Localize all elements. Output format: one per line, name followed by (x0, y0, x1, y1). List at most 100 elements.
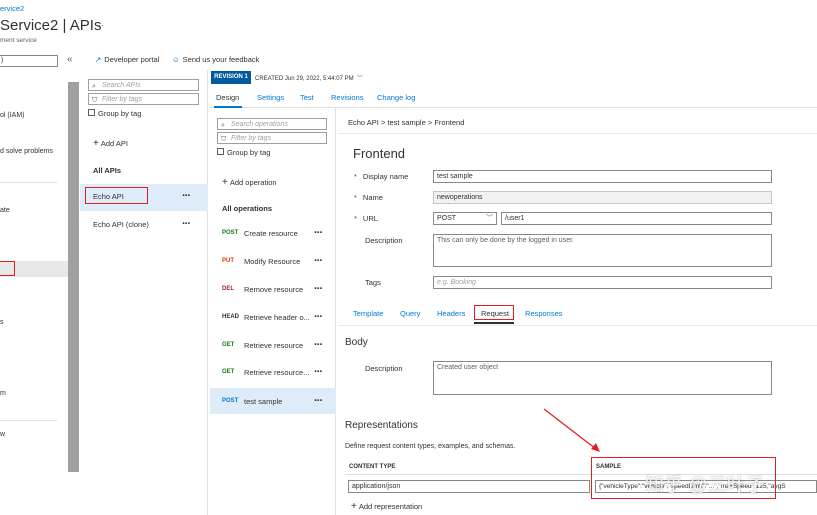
breadcrumb-test-sample[interactable]: test sample (387, 118, 425, 127)
operation-item[interactable]: GET Retrieve resource ··· (210, 332, 336, 358)
api-more-icon[interactable]: ··· (182, 218, 191, 230)
breadcrumb-frontend: Frontend (434, 118, 465, 127)
breadcrumb-echo-api[interactable]: Echo API (348, 118, 379, 127)
filter-icon: ⛉ (92, 97, 98, 104)
nav-item-diagnose[interactable]: d solve problems (0, 148, 53, 155)
filter-apis-input[interactable]: ⛉ Filter by tags (88, 93, 199, 105)
api-more-icon[interactable]: ··· (182, 190, 191, 202)
search-apis-input[interactable]: ⌕ Search APIs (88, 79, 199, 91)
representations-description: Define request content types, examples, … (345, 443, 516, 450)
operation-verb: GET (222, 369, 235, 375)
nav-item-iam[interactable]: ol (IAM) (0, 112, 25, 119)
annotation-box-nav (0, 261, 15, 276)
operation-item[interactable]: DEL Remove resource ··· (210, 276, 336, 302)
url-label: * URL (354, 214, 378, 223)
more-icon[interactable]: ··· (95, 20, 104, 30)
revision-badge[interactable]: REVISION 1 (211, 71, 251, 84)
operation-name: Retrieve resource... (244, 368, 310, 377)
tab-test[interactable]: Test (300, 93, 314, 102)
group-by-tag-label: Group by tag (227, 148, 271, 157)
name-input[interactable]: newoperations (433, 191, 772, 204)
search-icon: ⌕ (92, 83, 96, 90)
group-by-tag-label: Group by tag (98, 109, 142, 118)
operation-item[interactable]: GET Retrieve resource... ··· (210, 359, 336, 385)
operations-panel: ⌕ Search operations ⛉ Filter by tags Group… (210, 108, 336, 515)
body-description-textarea[interactable]: Created user object (433, 361, 772, 395)
api-item-label: Echo API (93, 192, 124, 201)
operation-more-icon[interactable]: ··· (314, 339, 323, 351)
tab-revisions[interactable]: Revisions (331, 93, 364, 102)
group-by-tag-checkbox[interactable] (88, 109, 95, 116)
operation-more-icon[interactable]: ··· (314, 395, 323, 407)
plus-icon: + (351, 501, 357, 512)
resource-search-input[interactable]: ) (0, 55, 58, 67)
nav-item-s[interactable]: s (0, 319, 4, 326)
filter-icon: ⛉ (221, 136, 227, 143)
group-by-tag-checkbox[interactable] (217, 148, 224, 155)
plus-icon: + (222, 177, 228, 188)
api-list-panel: ⌕ Search APIs ⛉ Filter by tags Group by ta… (80, 70, 208, 515)
operation-verb: GET (222, 342, 235, 348)
tab-responses[interactable]: Responses (525, 309, 563, 318)
operation-name: Retrieve resource (244, 341, 304, 350)
developer-portal-button[interactable]: ↗ Developer portal (95, 55, 159, 64)
tab-design[interactable]: Design (216, 93, 239, 102)
nav-item-m[interactable]: m (0, 390, 6, 397)
body-description-label: Description (365, 364, 403, 373)
breadcrumb[interactable]: ervice2 (0, 4, 24, 13)
nav-item-ate[interactable]: ate (0, 207, 10, 214)
tab-template[interactable]: Template (353, 309, 383, 318)
description-label: Description (365, 236, 403, 245)
collapse-nav-icon[interactable]: « (67, 54, 73, 65)
tags-input[interactable]: e.g. Booking (433, 276, 772, 289)
url-method-select[interactable]: POST ﹀ (433, 212, 497, 225)
body-heading: Body (345, 337, 368, 348)
nav-scrollbar[interactable] (68, 82, 79, 472)
display-name-input[interactable]: test sample (433, 170, 772, 183)
operation-item[interactable]: POST test sample ··· (210, 388, 336, 414)
operation-verb: POST (222, 230, 239, 236)
tab-headers[interactable]: Headers (437, 309, 465, 318)
search-icon: ⌕ (221, 122, 225, 129)
breadcrumb-divider (338, 133, 817, 134)
all-operations-heading: All operations (222, 204, 273, 213)
operation-more-icon[interactable]: ··· (314, 311, 323, 323)
content-type-header: CONTENT TYPE (349, 464, 396, 470)
api-item-label[interactable]: Echo API (clone) (93, 220, 149, 229)
display-name-label: * Display name (354, 172, 409, 181)
operation-item[interactable]: POST Create resource ··· (210, 220, 336, 246)
annotation-box-request (474, 305, 514, 320)
name-label: * Name (354, 193, 383, 202)
add-api-button[interactable]: + Add API (93, 138, 128, 149)
feedback-button[interactable]: ☺ Send us your feedback (172, 55, 259, 64)
annotation-arrow (543, 408, 600, 452)
add-operation-button[interactable]: + Add operation (222, 177, 277, 188)
content-type-input[interactable]: application/json (348, 480, 590, 493)
operation-name: Remove resource (244, 285, 304, 294)
operation-more-icon[interactable]: ··· (314, 255, 323, 267)
tab-query[interactable]: Query (400, 309, 420, 318)
nav-divider (0, 182, 57, 183)
tab-change-log[interactable]: Change log (377, 93, 415, 102)
search-operations-input[interactable]: ⌕ Search operations (217, 118, 327, 130)
feedback-icon: ☺ (172, 55, 180, 64)
operation-verb: DEL (222, 286, 234, 292)
operation-item[interactable]: PUT Modify Resource ··· (210, 248, 336, 274)
representations-heading: Representations (345, 420, 418, 431)
filter-operations-input[interactable]: ⛉ Filter by tags (217, 132, 327, 144)
add-representation-button[interactable]: + Add representation (351, 501, 422, 512)
operation-more-icon[interactable]: ··· (314, 227, 323, 239)
nav-divider-2 (0, 420, 57, 421)
nav-item-w[interactable]: w (0, 431, 5, 438)
operation-more-icon[interactable]: ··· (314, 283, 323, 295)
description-textarea[interactable]: This can only be done by the logged in u… (433, 234, 772, 267)
revision-created[interactable]: CREATED Jun 29, 2022, 5:44:07 PM ﹀ (255, 73, 363, 82)
operation-item[interactable]: HEAD Retrieve header o... ··· (210, 304, 336, 330)
operation-name: Retrieve header o... (244, 313, 310, 322)
watermark: 知乎 @三叶子 (645, 475, 765, 496)
chevron-down-icon: ﹀ (486, 215, 493, 222)
url-path-input[interactable]: /user1 (501, 212, 772, 225)
tab-settings[interactable]: Settings (257, 93, 284, 102)
page-subtitle: ment service (0, 37, 37, 44)
operation-more-icon[interactable]: ··· (314, 366, 323, 378)
